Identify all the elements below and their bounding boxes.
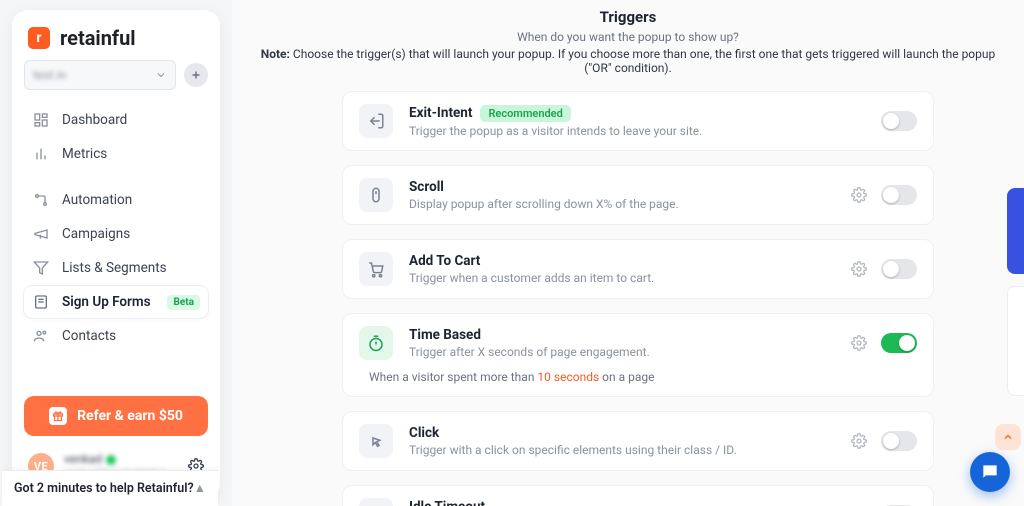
trigger-desc: Trigger the popup as a visitor intends t… — [409, 124, 865, 138]
chevron-up-icon: ▲ — [194, 481, 206, 496]
trigger-title: Idle Timeout — [409, 499, 485, 506]
recommended-badge: Recommended — [480, 105, 570, 122]
cart-icon — [359, 252, 393, 286]
page-note: Note: Choose the trigger(s) that will la… — [252, 47, 1004, 75]
trigger-card-time-based: Time Based Trigger after X seconds of pa… — [342, 313, 934, 397]
refer-label: Refer & earn $50 — [77, 408, 183, 424]
trigger-card-exit-intent: Exit-Intent Recommended Trigger the popup… — [342, 91, 934, 151]
sidebar-item-label: Lists & Segments — [62, 260, 167, 276]
trigger-title: Add To Cart — [409, 253, 480, 269]
sidebar-item-label: Contacts — [62, 328, 116, 344]
trigger-toggle-cart[interactable] — [881, 259, 917, 279]
filter-icon — [32, 259, 50, 277]
brand-logo-icon: r — [28, 27, 50, 49]
sidebar-item-label: Campaigns — [62, 226, 130, 242]
form-icon — [32, 293, 50, 311]
sidebar-item-metrics[interactable]: Metrics — [24, 138, 208, 170]
exit-icon — [359, 104, 393, 138]
feedback-tab[interactable] — [1007, 286, 1024, 396]
trigger-card-scroll: Scroll Display popup after scrolling dow… — [342, 165, 934, 225]
feedback-prompt[interactable]: Got 2 minutes to help Retainful? ▲ — [2, 470, 218, 506]
chevron-down-icon — [155, 69, 167, 81]
chart-icon — [32, 145, 50, 163]
sidebar-item-label: Dashboard — [62, 112, 127, 128]
mouse-scroll-icon — [359, 178, 393, 212]
store-select-value: test.in — [33, 68, 66, 82]
page-header: Triggers When do you want the popup to s… — [232, 6, 1024, 77]
page-title: Triggers — [252, 8, 1004, 26]
trigger-toggle-click[interactable] — [881, 431, 917, 451]
trigger-card-click: Click Trigger with a click on specific e… — [342, 411, 934, 471]
nav-primary: Dashboard Metrics Automation — [24, 104, 208, 352]
time-helper: When a visitor spent more than 10 second… — [359, 370, 917, 384]
trigger-desc: Display popup after scrolling down X% of… — [409, 197, 835, 211]
store-row: test.in — [24, 60, 208, 90]
time-value[interactable]: 10 seconds — [537, 370, 599, 384]
refer-button[interactable]: Refer & earn $50 — [24, 396, 208, 436]
beta-badge: Beta — [167, 295, 200, 310]
trigger-toggle-scroll[interactable] — [881, 185, 917, 205]
page-subtitle: When do you want the popup to show up? — [252, 30, 1004, 44]
trigger-settings-click[interactable] — [851, 433, 867, 449]
book-a-call-tab[interactable] — [1007, 188, 1024, 274]
trigger-settings-cart[interactable] — [851, 261, 867, 277]
trigger-toggle-exit[interactable] — [881, 111, 917, 131]
trigger-card-add-to-cart: Add To Cart Trigger when a customer adds… — [342, 239, 934, 299]
sidebar-item-signup-forms[interactable]: Sign Up Forms Beta — [24, 286, 208, 318]
megaphone-icon — [32, 225, 50, 243]
dashboard-icon — [32, 111, 50, 129]
sidebar-item-campaigns[interactable]: Campaigns — [24, 218, 208, 250]
trigger-title: Exit-Intent — [409, 105, 472, 121]
sidebar-item-label: Metrics — [62, 146, 107, 162]
trigger-toggle-time[interactable] — [881, 333, 917, 353]
sidebar-item-lists[interactable]: Lists & Segments — [24, 252, 208, 284]
app-root: r retainful test.in — [0, 0, 1024, 506]
main: Triggers When do you want the popup to s… — [232, 0, 1024, 506]
scroll-to-top-button[interactable] — [995, 424, 1021, 450]
trigger-title: Time Based — [409, 327, 481, 343]
users-icon — [32, 327, 50, 345]
brand: r retainful — [24, 24, 208, 60]
trigger-list: Exit-Intent Recommended Trigger the popup… — [232, 77, 1024, 506]
sidebar-item-label: Automation — [62, 192, 132, 208]
sidebar-item-dashboard[interactable]: Dashboard — [24, 104, 208, 136]
trigger-desc: Trigger after X seconds of page engageme… — [409, 345, 835, 359]
sidebar-item-automation[interactable]: Automation — [24, 184, 208, 216]
click-icon — [359, 424, 393, 458]
timer-icon — [359, 326, 393, 360]
sidebar-item-contacts[interactable]: Contacts — [24, 320, 208, 352]
trigger-settings-scroll[interactable] — [851, 187, 867, 203]
sidebar-item-label: Sign Up Forms — [62, 294, 151, 310]
idle-icon — [359, 498, 393, 506]
trigger-settings-time[interactable] — [851, 335, 867, 351]
brand-name: retainful — [60, 26, 136, 50]
gift-icon — [49, 407, 67, 425]
verified-icon — [106, 455, 116, 465]
store-select[interactable]: test.in — [24, 60, 176, 90]
brand-logo-letter: r — [36, 30, 41, 46]
trigger-title: Click — [409, 425, 439, 441]
add-store-button[interactable] — [184, 63, 208, 87]
sidebar: r retainful test.in — [0, 0, 232, 506]
feedback-prompt-text: Got 2 minutes to help Retainful? — [14, 481, 194, 496]
trigger-desc: Trigger with a click on specific element… — [409, 443, 835, 457]
user-name: venkad — [64, 452, 168, 466]
trigger-card-idle: Idle Timeout Trigger popup following a p… — [342, 485, 934, 506]
flow-icon — [32, 191, 50, 209]
trigger-desc: Trigger when a customer adds an item to … — [409, 271, 835, 285]
sidebar-card: r retainful test.in — [12, 10, 220, 500]
trigger-title: Scroll — [409, 179, 444, 195]
chat-fab[interactable] — [970, 452, 1010, 492]
